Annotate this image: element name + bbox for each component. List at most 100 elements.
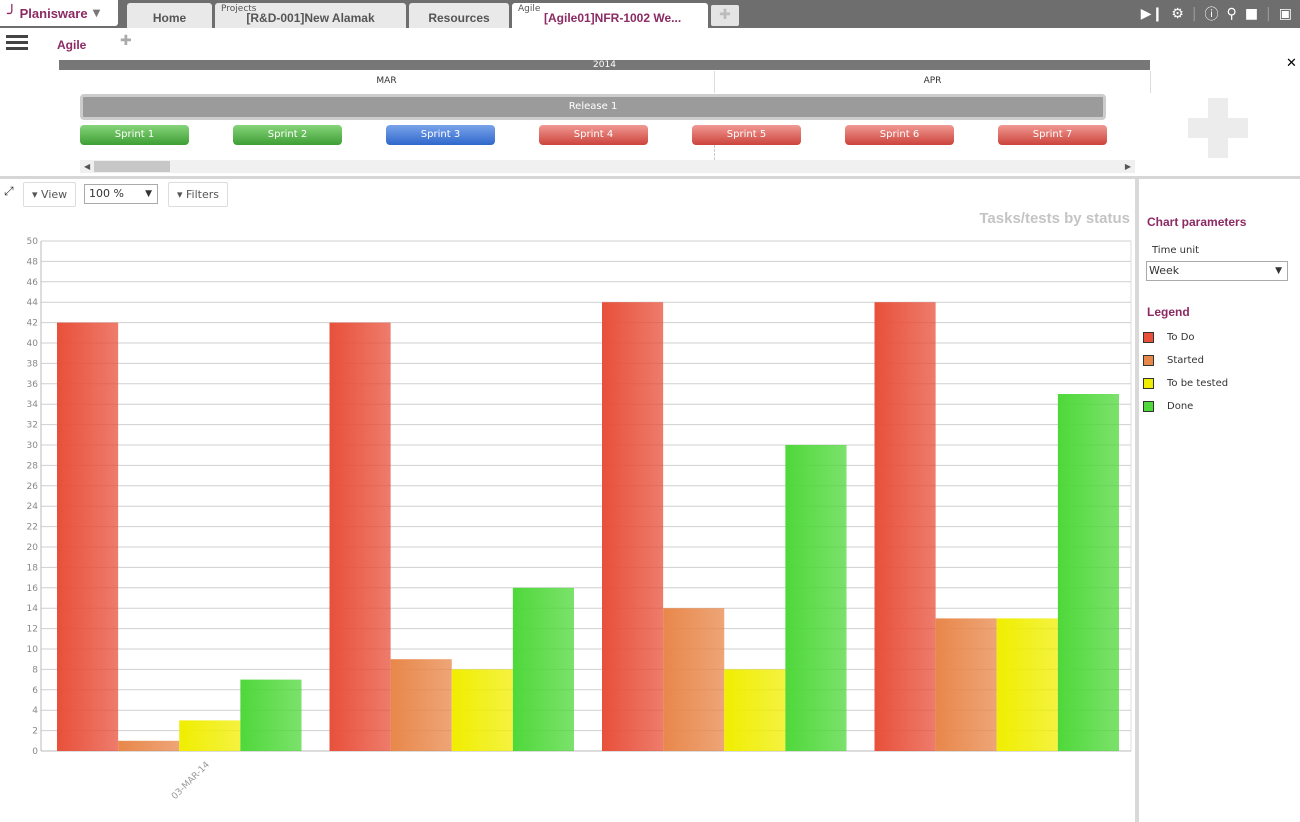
app-menu[interactable]: ╯ Planisware ▼	[0, 0, 118, 26]
y-tick-label: 24	[27, 502, 39, 512]
bar	[1057, 394, 1119, 751]
bar	[57, 322, 119, 751]
pane-divider[interactable]	[0, 176, 1300, 179]
tab-label: [Agile01]NFR-1002 We...	[544, 11, 682, 25]
bar	[602, 302, 664, 751]
info-icon[interactable]: ⓘ	[1205, 4, 1219, 24]
sprint-bar[interactable]: Sprint 1	[80, 125, 189, 145]
timeline-year: 2014	[59, 60, 1150, 70]
zoom-select[interactable]: 100 % ▼	[84, 184, 158, 204]
sprint-bar[interactable]: Sprint 2	[233, 125, 342, 145]
y-tick-label: 46	[27, 278, 39, 288]
x-tick-label: 03-MAR-14	[170, 760, 212, 802]
sprint-bar[interactable]: Sprint 4	[539, 125, 648, 145]
y-tick-label: 0	[32, 747, 38, 757]
y-tick-label: 42	[27, 319, 38, 329]
y-tick-label: 38	[27, 359, 39, 369]
y-tick-label: 22	[27, 523, 38, 533]
search-icon[interactable]: ⚲	[1227, 6, 1237, 22]
y-tick-label: 26	[27, 482, 39, 492]
sprint-bar[interactable]: Sprint 3	[386, 125, 495, 145]
save-icon[interactable]: ▣	[1279, 6, 1292, 22]
top-bar: ╯ Planisware ▼ Home Projects [R&D-001]Ne…	[0, 0, 1300, 28]
bar	[663, 608, 725, 751]
time-unit-label: Time unit	[1152, 245, 1200, 256]
play-skip-icon[interactable]: ▶❙	[1141, 6, 1164, 22]
time-unit-select[interactable]: Week ▼	[1146, 261, 1288, 281]
bar	[996, 618, 1058, 751]
chat-icon[interactable]: ■	[1245, 6, 1258, 22]
tab-label: Resources	[428, 11, 490, 25]
legend-item: Started	[1143, 353, 1204, 367]
y-tick-label: 44	[27, 298, 39, 308]
bar	[874, 302, 936, 751]
tab-agile[interactable]: Agile [Agile01]NFR-1002 We...	[512, 3, 708, 28]
sprint-bar[interactable]: Sprint 5	[692, 125, 801, 145]
bar	[512, 587, 574, 751]
toolbar-icons: ▶❙ ⚙ | ⓘ ⚲ ■ | ▣	[1140, 4, 1292, 24]
menu-icon[interactable]	[6, 35, 28, 51]
y-tick-label: 14	[27, 604, 39, 614]
scroll-left-icon[interactable]: ◀	[84, 160, 90, 173]
view-button[interactable]: ▾ View	[23, 182, 77, 207]
y-tick-label: 30	[27, 441, 39, 451]
chevron-down-icon: ▼	[92, 7, 101, 19]
caret-icon: ▾	[177, 188, 187, 201]
tab-label: Home	[152, 11, 187, 25]
vertical-splitter[interactable]	[1135, 179, 1139, 822]
y-tick-label: 18	[27, 563, 39, 573]
bar	[390, 659, 452, 751]
filters-button[interactable]: ▾ Filters	[168, 182, 229, 207]
bar	[451, 669, 513, 751]
chevron-down-icon: ▼	[1275, 266, 1282, 276]
caret-icon: ▾	[32, 188, 42, 201]
gear-icon[interactable]: ⚙	[1171, 6, 1184, 22]
tab-resources[interactable]: Resources	[409, 3, 509, 28]
legend-swatch	[1143, 331, 1154, 343]
tab-home[interactable]: Home	[127, 3, 212, 28]
legend-swatch	[1143, 377, 1154, 389]
add-release-icon[interactable]	[1188, 98, 1248, 158]
y-tick-label: 4	[32, 706, 38, 716]
scroll-right-icon[interactable]: ▶	[1125, 160, 1131, 173]
y-tick-label: 40	[27, 339, 39, 349]
y-tick-label: 16	[27, 584, 39, 594]
today-marker	[714, 145, 715, 160]
chart-title: Tasks/tests by status	[979, 210, 1130, 227]
legend-label: Done	[1167, 400, 1194, 412]
legend-item: To be tested	[1143, 376, 1228, 390]
sprint-bar[interactable]: Sprint 6	[845, 125, 954, 145]
sprint-bar[interactable]: Sprint 7	[998, 125, 1107, 145]
legend-item: Done	[1143, 399, 1193, 413]
legend-label: Started	[1167, 354, 1204, 366]
timeline-scrollbar[interactable]: ◀ ▶	[80, 160, 1135, 173]
legend-heading: Legend	[1147, 305, 1190, 319]
y-tick-label: 50	[27, 237, 39, 247]
y-tick-label: 32	[27, 421, 38, 431]
zoom-value: 100 %	[89, 187, 124, 200]
y-tick-label: 12	[27, 625, 38, 635]
y-tick-label: 8	[32, 665, 38, 675]
bar	[724, 669, 786, 751]
y-tick-label: 36	[27, 380, 39, 390]
chart-parameters-heading: Chart parameters	[1147, 215, 1247, 229]
add-tab-button[interactable]: ✚	[711, 5, 739, 26]
legend-label: To Do	[1167, 331, 1195, 343]
view-label: View	[41, 188, 68, 201]
add-module-icon[interactable]: ✚	[120, 33, 132, 49]
timeline-month: MAR	[59, 71, 715, 93]
y-tick-label: 48	[27, 257, 39, 267]
bar	[329, 322, 391, 751]
expand-icon[interactable]: ⤢	[4, 184, 14, 199]
y-tick-label: 20	[27, 543, 39, 553]
legend-swatch	[1143, 354, 1154, 366]
close-icon[interactable]: ✕	[1286, 56, 1297, 71]
time-unit-value: Week	[1149, 264, 1180, 277]
bar	[118, 740, 180, 751]
timeline-month: APR	[715, 71, 1151, 93]
y-tick-label: 10	[27, 645, 39, 655]
release-bar[interactable]: Release 1	[80, 94, 1106, 120]
legend-swatch	[1143, 400, 1154, 412]
tab-project[interactable]: Projects [R&D-001]New Alamak	[215, 3, 406, 28]
scrollbar-thumb[interactable]	[94, 161, 170, 172]
